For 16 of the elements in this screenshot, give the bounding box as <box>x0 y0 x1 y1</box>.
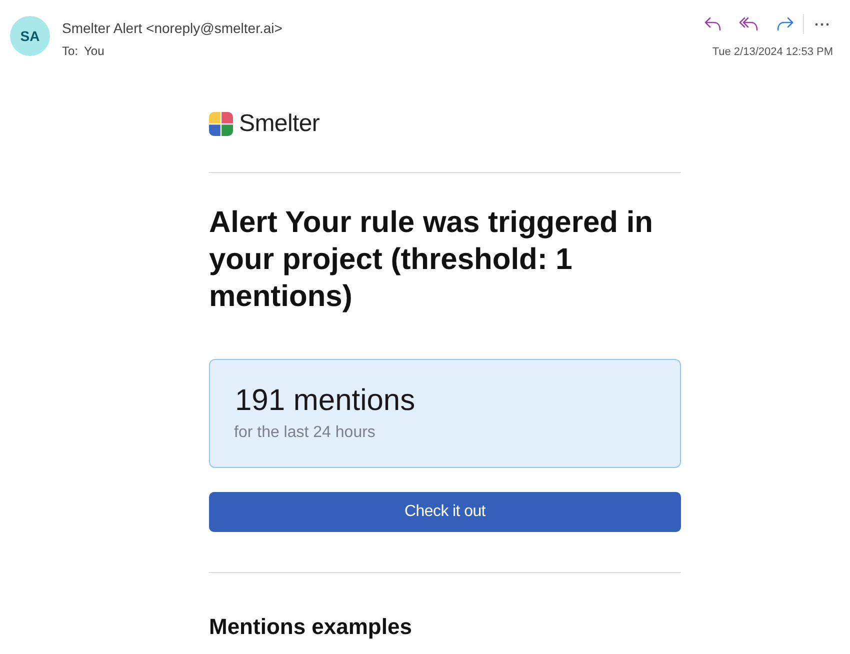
recipient-label: To: <box>62 43 78 59</box>
stat-caption: for the last 24 hours <box>234 423 376 443</box>
more-icon <box>815 22 829 26</box>
logo-text: Smelter <box>239 112 320 136</box>
alert-heading: Alert Your rule was triggered in your project (threshold: 1 mentions) <box>209 205 654 315</box>
reply-all-icon <box>739 17 759 31</box>
mention-count: 191 mentions <box>235 383 416 419</box>
sender-avatar: SA <box>10 16 50 56</box>
reply-icon <box>704 17 722 31</box>
sent-date: Tue 2/13/2024 12:53 PM <box>712 45 833 59</box>
recipient-name: You <box>84 43 104 59</box>
logo-icon <box>209 112 233 136</box>
forward-icon <box>776 17 794 31</box>
sender-address: Smelter Alert <noreply@smelter.ai> <box>62 19 284 37</box>
section-title: Mentions examples <box>209 613 413 641</box>
check-it-out-button[interactable]: Check it out <box>209 492 681 532</box>
